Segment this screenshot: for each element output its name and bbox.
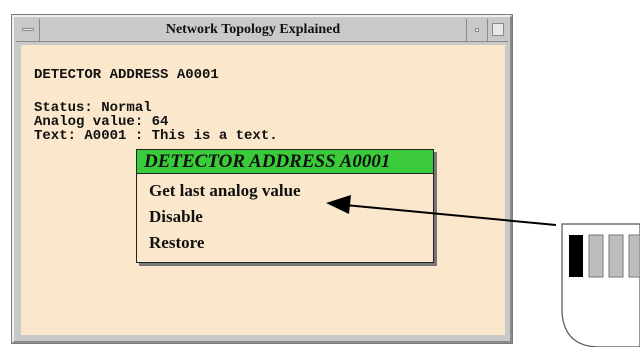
arrow-pointer-icon	[326, 195, 557, 226]
detector-device-icon	[561, 223, 640, 347]
annotation-overlay	[326, 195, 640, 347]
